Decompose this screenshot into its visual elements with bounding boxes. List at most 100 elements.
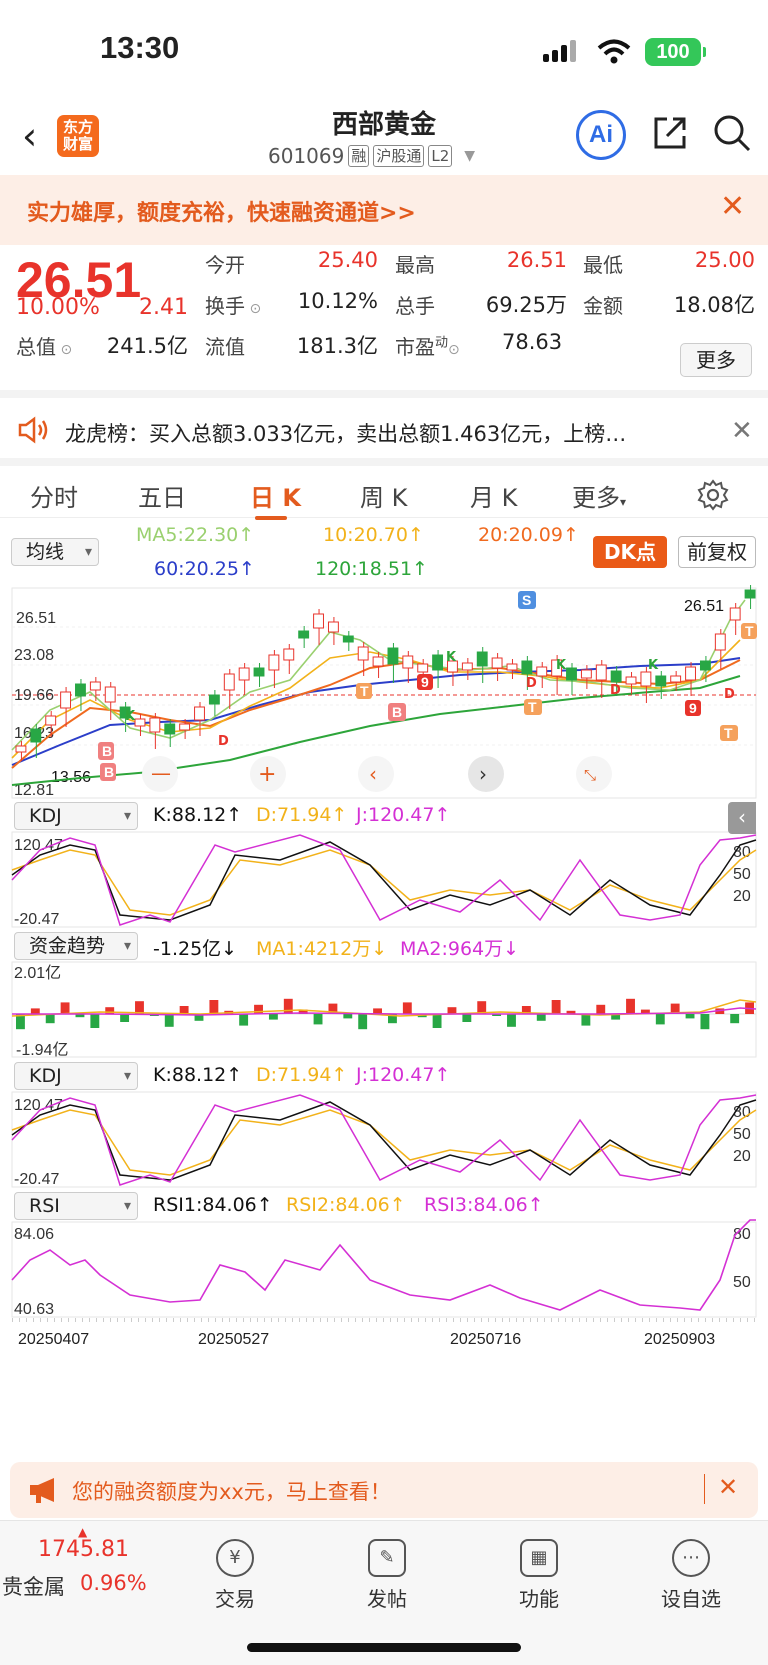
t-signal-label: T xyxy=(360,683,369,699)
volume-value: 69.25万 xyxy=(485,293,567,317)
kdj1-k: K:88.12↑ xyxy=(153,804,243,826)
home-indicator xyxy=(247,1643,521,1652)
lhb-notice[interactable]: 龙虎榜：买入总额3.033亿元，卖出总额1.463亿元，上榜… ✕ xyxy=(0,390,768,450)
post-button[interactable]: ✎ 发帖 xyxy=(342,1539,432,1612)
index-name[interactable]: 贵金属 xyxy=(2,1571,65,1601)
kdj1-k-line xyxy=(11,839,757,921)
candle xyxy=(580,669,592,679)
close-icon[interactable]: ✕ xyxy=(720,192,745,222)
buy-signal-label: B xyxy=(104,764,114,780)
svg-text:‹: ‹ xyxy=(369,762,377,786)
date-label: 20250527 xyxy=(198,1331,269,1348)
kdj2-selector[interactable]: KDJ xyxy=(14,1062,138,1090)
t-signal-label: T xyxy=(724,725,733,741)
mcap-value: 241.5亿 xyxy=(106,334,188,358)
candle xyxy=(566,667,577,681)
svg-text:K: K xyxy=(648,658,659,673)
more-dots-icon: ⋯ xyxy=(672,1539,710,1577)
stock-meta[interactable]: 601069 融 沪股通 L2 ▼ xyxy=(268,144,475,168)
flow-bar xyxy=(462,1014,472,1022)
add-watchlist-button[interactable]: ⋯ 设自选 xyxy=(646,1539,736,1612)
tab-monthly-k[interactable]: 月 K xyxy=(470,478,517,513)
tab-more[interactable]: 更多▾ xyxy=(572,478,626,513)
float-label: 流值 xyxy=(205,335,245,359)
wifi-icon xyxy=(597,39,631,64)
tab-weekly-k[interactable]: 周 K xyxy=(360,478,407,513)
yen-icon: ¥ xyxy=(216,1539,254,1577)
low-value: 25.00 xyxy=(694,248,755,272)
candle xyxy=(640,671,652,687)
candle xyxy=(699,660,711,671)
candle xyxy=(45,715,57,726)
clock: 13:30 xyxy=(100,30,180,65)
level2-tag: L2 xyxy=(428,145,453,167)
candle xyxy=(194,706,205,721)
t-signal-label: T xyxy=(745,623,754,639)
rsi2-value: RSI2:84.06↑ xyxy=(286,1194,406,1216)
close-icon[interactable]: ✕ xyxy=(731,416,753,446)
kdj1-selector[interactable]: KDJ xyxy=(14,802,138,830)
svg-text:D: D xyxy=(526,676,537,691)
edit-icon: ✎ xyxy=(368,1539,406,1577)
top-nav: ‹ 东方 财富 西部黄金 601069 融 沪股通 L2 ▼ Ai xyxy=(0,100,768,175)
tab-minute[interactable]: 分时 xyxy=(30,478,78,513)
status-bar: 13:30 100 xyxy=(0,0,768,100)
post-label: 发帖 xyxy=(367,1587,407,1611)
candle xyxy=(432,654,444,671)
svg-text:D: D xyxy=(218,734,229,749)
candle xyxy=(179,723,191,731)
kdj1-d-line xyxy=(11,849,757,916)
collapse-panel-button[interactable]: ‹ xyxy=(728,802,756,834)
close-icon[interactable]: ✕ xyxy=(718,1473,738,1501)
tab-5day[interactable]: 五日 xyxy=(138,478,186,513)
trade-button[interactable]: ¥ 交易 xyxy=(190,1539,280,1612)
flow-top-label: 2.01亿 xyxy=(14,964,61,982)
flow-bar xyxy=(581,1014,591,1026)
t-signal-label: T xyxy=(528,699,537,715)
ai-button[interactable]: Ai xyxy=(576,110,626,160)
flow-selector[interactable]: 资金趋势 xyxy=(14,932,138,960)
share-icon[interactable] xyxy=(651,114,689,152)
financing-banner[interactable]: 您的融资额度为xx元，马上查看！ ✕ xyxy=(10,1462,758,1518)
svg-text:›: › xyxy=(479,762,487,786)
kdj1-level: 20 xyxy=(733,888,751,905)
open-value: 25.40 xyxy=(317,248,378,272)
tab-daily-k[interactable]: 日 K xyxy=(250,478,301,513)
flow-bar xyxy=(432,1014,442,1028)
kdj2-j: J:120.47↑ xyxy=(356,1064,451,1086)
index-value[interactable]: 1745.81 xyxy=(38,1537,129,1562)
y-tick: 19.66 xyxy=(14,687,54,704)
svg-text:K: K xyxy=(446,650,457,665)
candle xyxy=(387,647,399,665)
flow-value: -1.25亿↓ xyxy=(153,938,238,960)
kdj1-d: D:71.94↑ xyxy=(256,804,348,826)
rsi-top-label: 84.06 xyxy=(14,1226,54,1243)
kline-chart-area[interactable]: 均线 MA5:22.30↑ 10:20.70↑ 20:20.09↑ 60:20.… xyxy=(0,520,768,1440)
last-price-label: 26.51 xyxy=(684,598,724,615)
gear-icon[interactable] xyxy=(697,479,729,511)
turnover-label: 换手 ⊙ xyxy=(205,294,262,318)
kdj2-level: 50 xyxy=(733,1126,751,1143)
period-tabs: 分时 五日 日 K 周 K 月 K 更多▾ xyxy=(0,458,768,520)
more-button[interactable]: 更多 xyxy=(680,343,752,377)
flow-bar xyxy=(60,1002,70,1014)
grid-icon: ▦ xyxy=(520,1539,558,1577)
flow-bar xyxy=(626,998,635,1014)
nine-signal-label: 9 xyxy=(421,674,429,690)
battery-indicator: 100 xyxy=(645,38,706,66)
candle xyxy=(685,666,696,681)
divider xyxy=(704,1474,705,1504)
flow-frame xyxy=(11,961,757,1058)
functions-button[interactable]: ▦ 功能 xyxy=(494,1539,584,1612)
amount-value: 18.08亿 xyxy=(673,293,755,317)
promo-banner[interactable]: 实力雄厚，额度充裕，快速融资通道>> ✕ xyxy=(0,175,768,245)
search-icon[interactable] xyxy=(713,114,751,152)
margin-tag: 融 xyxy=(348,145,370,167)
financing-text: 您的融资额度为xx元，马上查看！ xyxy=(72,1480,391,1504)
candle xyxy=(729,607,741,621)
rsi-level: 50 xyxy=(733,1274,751,1291)
rsi-selector[interactable]: RSI xyxy=(14,1192,138,1220)
candle xyxy=(536,666,548,677)
chart-controls: — + ‹ › ⤡ xyxy=(142,756,612,792)
candle xyxy=(744,589,756,599)
